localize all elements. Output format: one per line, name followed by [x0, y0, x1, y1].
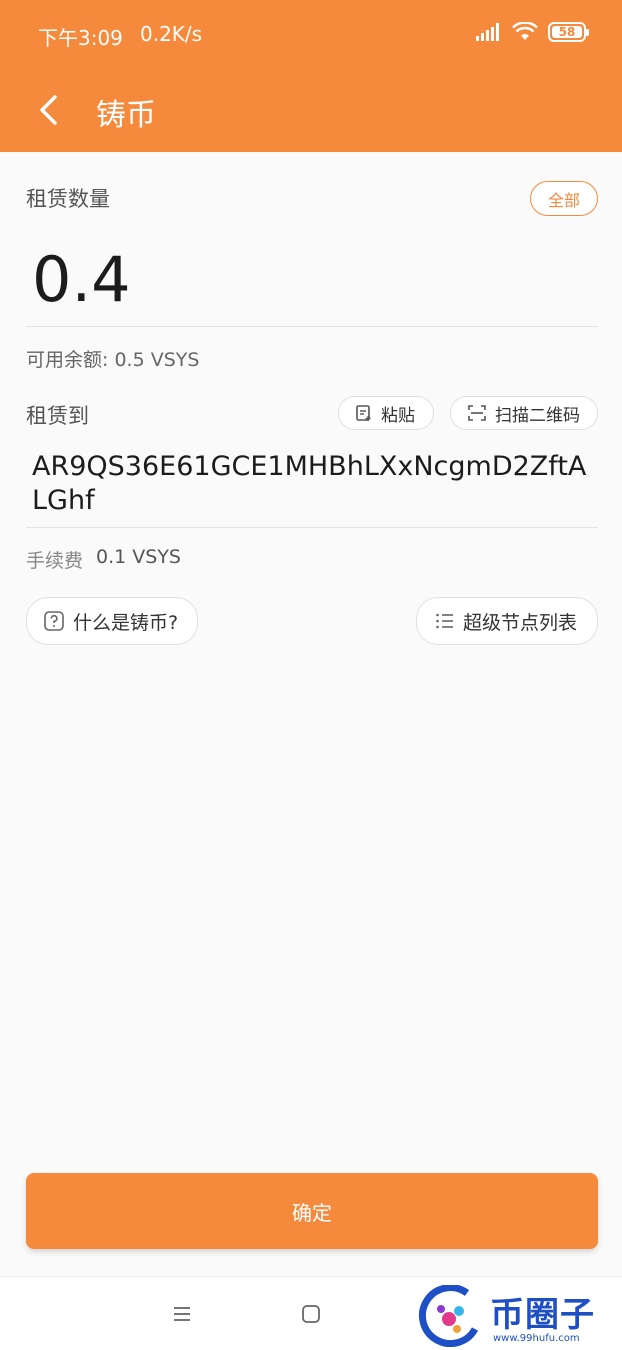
- page-title: 铸币: [96, 98, 156, 133]
- divider: [26, 326, 598, 327]
- scan-icon: [468, 405, 486, 421]
- paste-label: 粘贴: [381, 405, 415, 426]
- network-speed: 0.2K/s: [140, 22, 203, 46]
- question-icon: [44, 611, 64, 631]
- amount-input[interactable]: 0.4: [32, 243, 131, 316]
- all-button[interactable]: 全部: [530, 181, 598, 216]
- chevron-left-icon: [40, 95, 57, 125]
- status-icons: 58: [476, 22, 589, 42]
- status-bar: 下午3:09 0.2K/s 58: [0, 0, 622, 70]
- lease-to-label: 租赁到: [26, 404, 89, 428]
- what-is-minting-button[interactable]: 什么是铸币?: [26, 597, 198, 645]
- address-input[interactable]: AR9QS36E61GCE1MHBhLXxNcgmD2ZftALGhf: [32, 450, 592, 518]
- confirm-button[interactable]: 确定: [26, 1173, 598, 1249]
- fee-label: 手续费: [26, 550, 84, 572]
- back-button[interactable]: [28, 88, 68, 132]
- watermark-logo: 币圈子 www.99hufu.com: [415, 1285, 620, 1347]
- menu-icon[interactable]: [172, 1305, 192, 1323]
- scan-label: 扫描二维码: [495, 405, 580, 426]
- paste-button[interactable]: 粘贴: [338, 396, 434, 430]
- wifi-icon: [512, 22, 538, 40]
- lease-amount-label: 租赁数量: [26, 187, 110, 211]
- supernode-list-button[interactable]: 超级节点列表: [416, 597, 598, 645]
- battery-level: 58: [558, 25, 576, 39]
- fee-value: 0.1 VSYS: [96, 546, 181, 568]
- list-icon: [436, 613, 453, 629]
- battery-icon: 58: [548, 22, 589, 42]
- signal-icon: [476, 23, 499, 41]
- watermark-url: www.99hufu.com: [493, 1333, 580, 1344]
- status-time: 下午3:09: [38, 26, 123, 50]
- divider: [26, 527, 598, 528]
- paste-icon: [356, 405, 371, 421]
- supernode-list-label: 超级节点列表: [463, 611, 578, 634]
- home-icon[interactable]: [301, 1304, 321, 1324]
- watermark-text: 币圈子: [490, 1295, 595, 1335]
- available-balance: 可用余额: 0.5 VSYS: [26, 349, 200, 371]
- scan-qr-button[interactable]: 扫描二维码: [450, 396, 598, 430]
- app-header: 下午3:09 0.2K/s 58 铸币: [0, 0, 622, 152]
- what-is-minting-label: 什么是铸币?: [73, 611, 179, 634]
- watermark-swirl-icon: [418, 1285, 479, 1347]
